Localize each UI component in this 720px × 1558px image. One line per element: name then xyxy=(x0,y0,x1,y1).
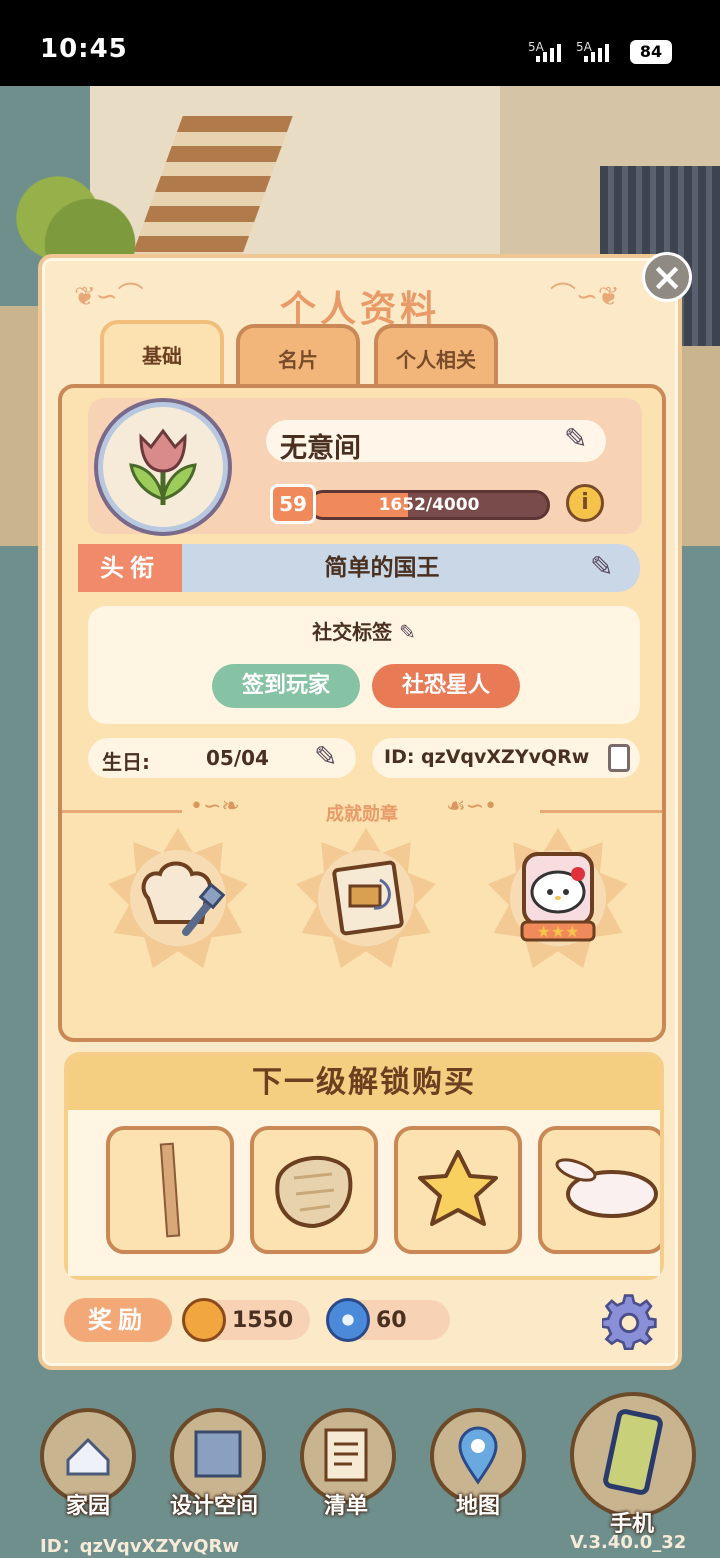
gem-reward: 60 xyxy=(326,1298,450,1342)
ornament-right: ☙∽• xyxy=(446,794,498,819)
coin-icon xyxy=(182,1298,226,1342)
checklist-icon xyxy=(324,1428,368,1482)
svg-text:★★★: ★★★ xyxy=(536,922,579,941)
achievements-title: 成就勋章 xyxy=(326,804,398,825)
profile-card: 无意间 ✎ 1652/4000 59 i xyxy=(88,398,642,534)
nav-list-label: 清单 xyxy=(324,1494,369,1519)
unlock-title: 下一级解锁购买 xyxy=(68,1056,660,1110)
medal-chef[interactable] xyxy=(108,828,248,968)
medal-scroll[interactable] xyxy=(296,828,436,968)
swirl-gem-icon xyxy=(326,1298,370,1342)
social-tags-title: 社交标签 ✎ xyxy=(312,620,416,644)
tag-social-anxiety[interactable]: 社恐星人 xyxy=(372,664,520,708)
reward-label: 奖励 xyxy=(64,1298,172,1342)
clock: 10:45 xyxy=(40,34,128,64)
cushion-icon xyxy=(275,1155,353,1229)
profile-panel: 无意间 ✎ 1652/4000 59 i 头衔 简单的国王 ✎ 社交标签 ✎ 签… xyxy=(58,384,666,1042)
unlock-item-cushion[interactable] xyxy=(250,1126,378,1254)
player-id-field: ID: qzVqvXZYvQRw xyxy=(372,738,640,778)
tulip-icon xyxy=(129,428,197,505)
map-pin-icon xyxy=(458,1426,498,1485)
status-bar: 10:45 5A 5A 84 xyxy=(0,0,720,86)
birthday-field: 生日: 05/04 ✎ xyxy=(88,738,356,778)
edit-name-pen-icon[interactable]: ✎ xyxy=(564,422,604,456)
edit-title-pen-icon[interactable]: ✎ xyxy=(590,550,630,584)
phone-icon xyxy=(603,1409,663,1495)
signal-icon-2 xyxy=(584,40,609,62)
info-icon[interactable]: i xyxy=(566,484,604,522)
birthday-label: 生日: xyxy=(102,750,150,774)
level-badge: 59 xyxy=(270,484,316,524)
birthday-value: 05/04 xyxy=(206,746,269,770)
nav-map-label: 地图 xyxy=(456,1494,501,1519)
tag-checkin-player[interactable]: 签到玩家 xyxy=(212,664,360,708)
close-button[interactable]: × xyxy=(642,252,692,302)
signal-icon xyxy=(536,40,561,62)
gem-amount: 60 xyxy=(376,1308,407,1333)
copy-icon[interactable] xyxy=(608,744,630,772)
chef-medal-icon xyxy=(141,861,226,936)
profile-modal: ❦∽⌒ 个人资料 ⌒∽❦ × 基础 名片 个人相关 无意间 ✎ 1652/400… xyxy=(38,252,692,1370)
medal-hello-kitty[interactable]: ★★★ xyxy=(488,828,628,968)
name-field: 无意间 ✎ xyxy=(266,420,606,464)
title-value: 简单的国王 xyxy=(324,555,440,581)
coin-amount: 1550 xyxy=(232,1308,294,1333)
nav-home-label: 家园 xyxy=(66,1494,111,1519)
social-tags-card: 社交标签 ✎ 签到玩家 社恐星人 xyxy=(88,606,640,724)
player-id: ID: qzVqvXZYvQRw xyxy=(384,746,590,768)
title-label: 头衔 xyxy=(78,544,182,592)
star-pillow-icon xyxy=(418,1150,498,1226)
unlock-item-plank[interactable] xyxy=(106,1126,234,1254)
battery-icon: 84 xyxy=(630,40,672,64)
edit-birthday-pen-icon[interactable]: ✎ xyxy=(314,740,354,774)
title-flourish-right: ⌒∽❦ xyxy=(550,282,620,312)
coin-reward: 1550 xyxy=(182,1298,310,1342)
bunny-plush-icon xyxy=(555,1158,658,1218)
unlock-items-strip[interactable] xyxy=(68,1110,660,1276)
nav-phone-button[interactable] xyxy=(570,1392,696,1518)
next-level-unlock: 下一级解锁购买 xyxy=(64,1052,664,1280)
tab-card[interactable]: 名片 xyxy=(236,324,360,390)
tab-personal[interactable]: 个人相关 xyxy=(374,324,498,390)
wood-plank-icon xyxy=(159,1142,181,1238)
version-label: V.3.40.0_32 xyxy=(570,1532,687,1553)
title-row: 头衔 简单的国王 ✎ xyxy=(78,544,640,592)
unlock-item-bunny[interactable] xyxy=(538,1126,660,1254)
scroll-medal-icon xyxy=(332,860,404,936)
unlock-item-star[interactable] xyxy=(394,1126,522,1254)
house-icon xyxy=(66,1437,110,1476)
nav-design-label: 设计空间 xyxy=(170,1494,259,1519)
player-name: 无意间 xyxy=(280,433,361,464)
hello-kitty-medal-icon: ★★★ xyxy=(520,852,596,942)
xp-bar: 1652/4000 xyxy=(308,490,550,520)
gear-icon[interactable] xyxy=(602,1292,660,1350)
tab-basic[interactable]: 基础 xyxy=(100,320,224,392)
edit-tags-pen-icon[interactable]: ✎ xyxy=(399,620,416,644)
divider-right xyxy=(540,810,662,813)
footer-player-id: ID：qzVqvXZYvQRw xyxy=(40,1536,240,1557)
blueprint-icon xyxy=(194,1430,242,1478)
avatar[interactable] xyxy=(98,402,228,532)
xp-text: 1652/4000 xyxy=(378,495,480,515)
